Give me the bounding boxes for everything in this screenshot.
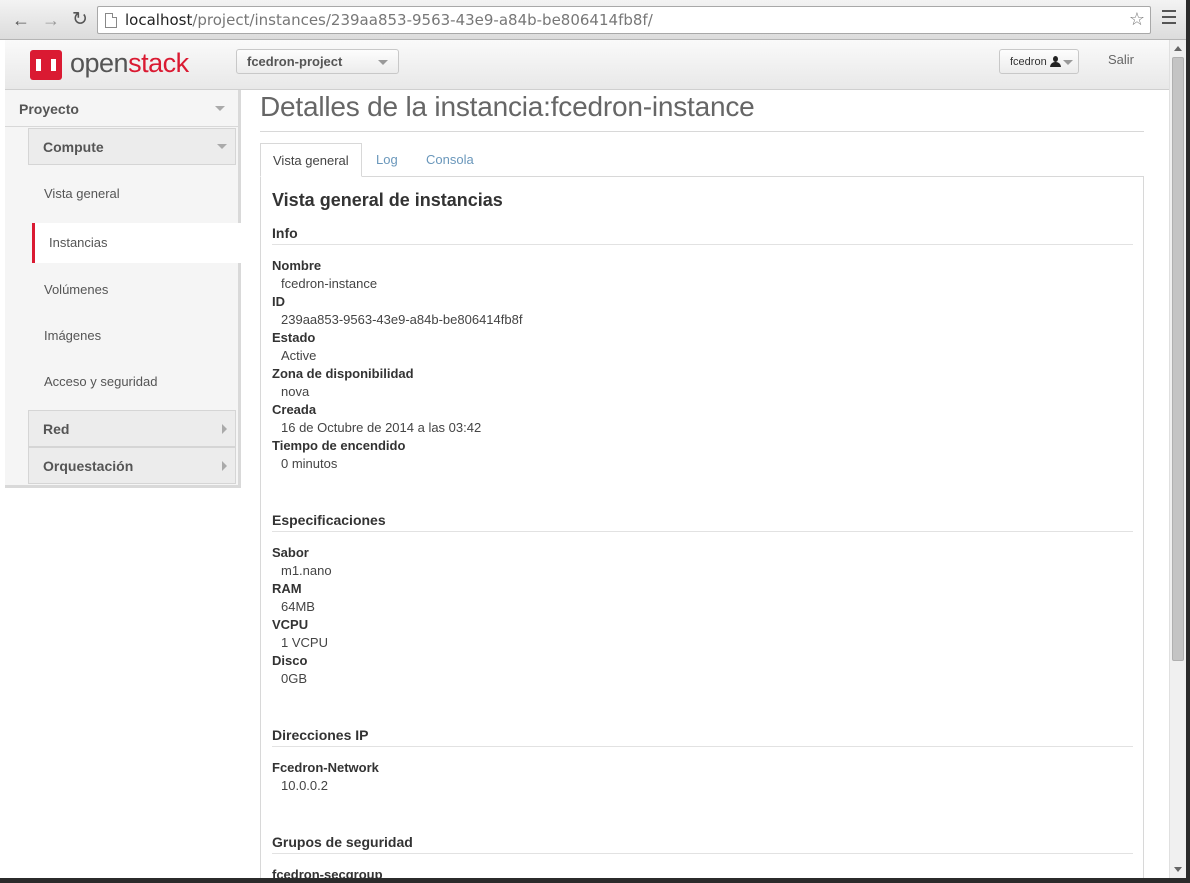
sidebar-panel-label: Compute bbox=[43, 139, 104, 155]
page-icon bbox=[105, 13, 117, 28]
field-label: Nombre bbox=[272, 258, 322, 273]
window-frame bbox=[0, 878, 1190, 883]
scrollbar-thumb[interactable] bbox=[1172, 57, 1184, 661]
main-content: Detalles de la instancia:fcedron-instanc… bbox=[260, 90, 1144, 883]
reload-icon[interactable]: ↻ bbox=[69, 9, 91, 31]
tab-console[interactable]: Consola bbox=[414, 143, 486, 177]
sidebar-panel-label: Red bbox=[43, 421, 70, 437]
specs-heading: Especificaciones bbox=[272, 512, 1133, 532]
field-label: Zona de disponibilidad bbox=[272, 366, 414, 381]
openstack-logo-icon bbox=[30, 50, 62, 80]
project-selector-label: fcedron-project bbox=[247, 54, 343, 69]
field-label: VCPU bbox=[272, 617, 309, 632]
field-value: 0GB bbox=[281, 671, 308, 686]
chevron-right-icon bbox=[222, 461, 227, 471]
field-value: 1 VCPU bbox=[281, 635, 328, 650]
sidebar-panel-orchestration[interactable]: Orquestación bbox=[28, 447, 236, 484]
user-icon bbox=[1050, 56, 1061, 68]
chevron-down-icon bbox=[1063, 60, 1073, 65]
chevron-down-icon bbox=[215, 106, 225, 111]
field-label: Disco bbox=[272, 653, 308, 668]
page-scrollbar[interactable] bbox=[1169, 40, 1186, 878]
field-label: Creada bbox=[272, 402, 317, 417]
field-label: Sabor bbox=[272, 545, 309, 560]
field-label: Tiempo de encendido bbox=[272, 438, 406, 453]
field-value: 0 minutos bbox=[281, 456, 338, 471]
overview-panel: Vista general de instancias Info Nombre … bbox=[260, 177, 1144, 883]
network-name: Fcedron-Network bbox=[272, 760, 379, 775]
field-value: 64MB bbox=[281, 599, 315, 614]
field-value: 16 de Octubre de 2014 a las 03:42 bbox=[281, 420, 482, 435]
logo-text-open: open bbox=[70, 48, 129, 78]
field-value: Active bbox=[281, 348, 317, 363]
sidebar-panel-compute[interactable]: Compute bbox=[28, 128, 236, 165]
sidebar-panel-label: Orquestación bbox=[43, 458, 134, 474]
field-label: ID bbox=[272, 294, 285, 309]
window-frame bbox=[1186, 0, 1190, 883]
sidebar-item-volumes[interactable]: Volúmenes bbox=[29, 270, 241, 310]
field-value: m1.nano bbox=[281, 563, 332, 578]
scroll-down-icon[interactable] bbox=[1174, 867, 1182, 872]
security-groups-heading: Grupos de seguridad bbox=[272, 834, 1133, 854]
sidebar: Proyecto Compute Vista general Instancia… bbox=[5, 90, 244, 488]
field-value: nova bbox=[281, 384, 310, 399]
field-value: 239aa853-9563-43e9-a84b-be806414fb8f bbox=[281, 312, 523, 327]
chevron-right-icon bbox=[222, 424, 227, 434]
tab-log[interactable]: Log bbox=[364, 143, 410, 177]
sidebar-dashboard-project[interactable]: Proyecto bbox=[5, 90, 238, 127]
sidebar-item-instances[interactable]: Instancias bbox=[32, 223, 244, 263]
project-selector[interactable]: fcedron-project bbox=[236, 49, 399, 74]
menu-icon[interactable] bbox=[1162, 10, 1176, 28]
ip-heading: Direcciones IP bbox=[272, 727, 1133, 747]
scroll-up-icon[interactable] bbox=[1174, 46, 1182, 51]
forward-arrow-icon[interactable]: → bbox=[40, 9, 62, 31]
logo-text-stack: stack bbox=[128, 48, 189, 78]
user-menu-label: fcedron bbox=[1010, 56, 1047, 68]
bookmark-star-icon[interactable]: ☆ bbox=[1129, 9, 1145, 30]
address-bar[interactable]: localhost/project/instances/239aa853-956… bbox=[97, 6, 1151, 34]
chevron-down-icon bbox=[217, 144, 227, 149]
page-title: Detalles de la instancia:fcedron-instanc… bbox=[260, 90, 1144, 132]
ip-address: 10.0.0.2 bbox=[281, 778, 328, 793]
field-label: RAM bbox=[272, 581, 302, 596]
user-menu[interactable]: fcedron bbox=[999, 49, 1079, 74]
info-heading: Info bbox=[272, 225, 1133, 245]
sidebar-panel-network[interactable]: Red bbox=[28, 410, 236, 447]
overview-title: Vista general de instancias bbox=[272, 190, 503, 210]
logout-link[interactable]: Salir bbox=[1108, 52, 1134, 67]
field-label: Estado bbox=[272, 330, 316, 345]
top-header: openstack fcedron-project fcedron Salir bbox=[5, 40, 1169, 90]
sidebar-item-images[interactable]: Imágenes bbox=[29, 316, 241, 356]
sidebar-item-overview[interactable]: Vista general bbox=[29, 174, 241, 214]
back-arrow-icon[interactable]: ← bbox=[10, 9, 32, 31]
url-text: localhost/project/instances/239aa853-956… bbox=[125, 11, 653, 29]
tab-overview[interactable]: Vista general bbox=[260, 143, 362, 177]
sidebar-item-access-security[interactable]: Acceso y seguridad bbox=[29, 362, 241, 402]
chevron-down-icon bbox=[378, 60, 388, 65]
browser-toolbar: ← → ↻ localhost/project/instances/239aa8… bbox=[0, 0, 1190, 40]
field-value: fcedron-instance bbox=[281, 276, 378, 291]
tab-bar: Vista general Log Consola bbox=[260, 143, 1144, 177]
sidebar-dashboard-label: Proyecto bbox=[19, 101, 79, 117]
